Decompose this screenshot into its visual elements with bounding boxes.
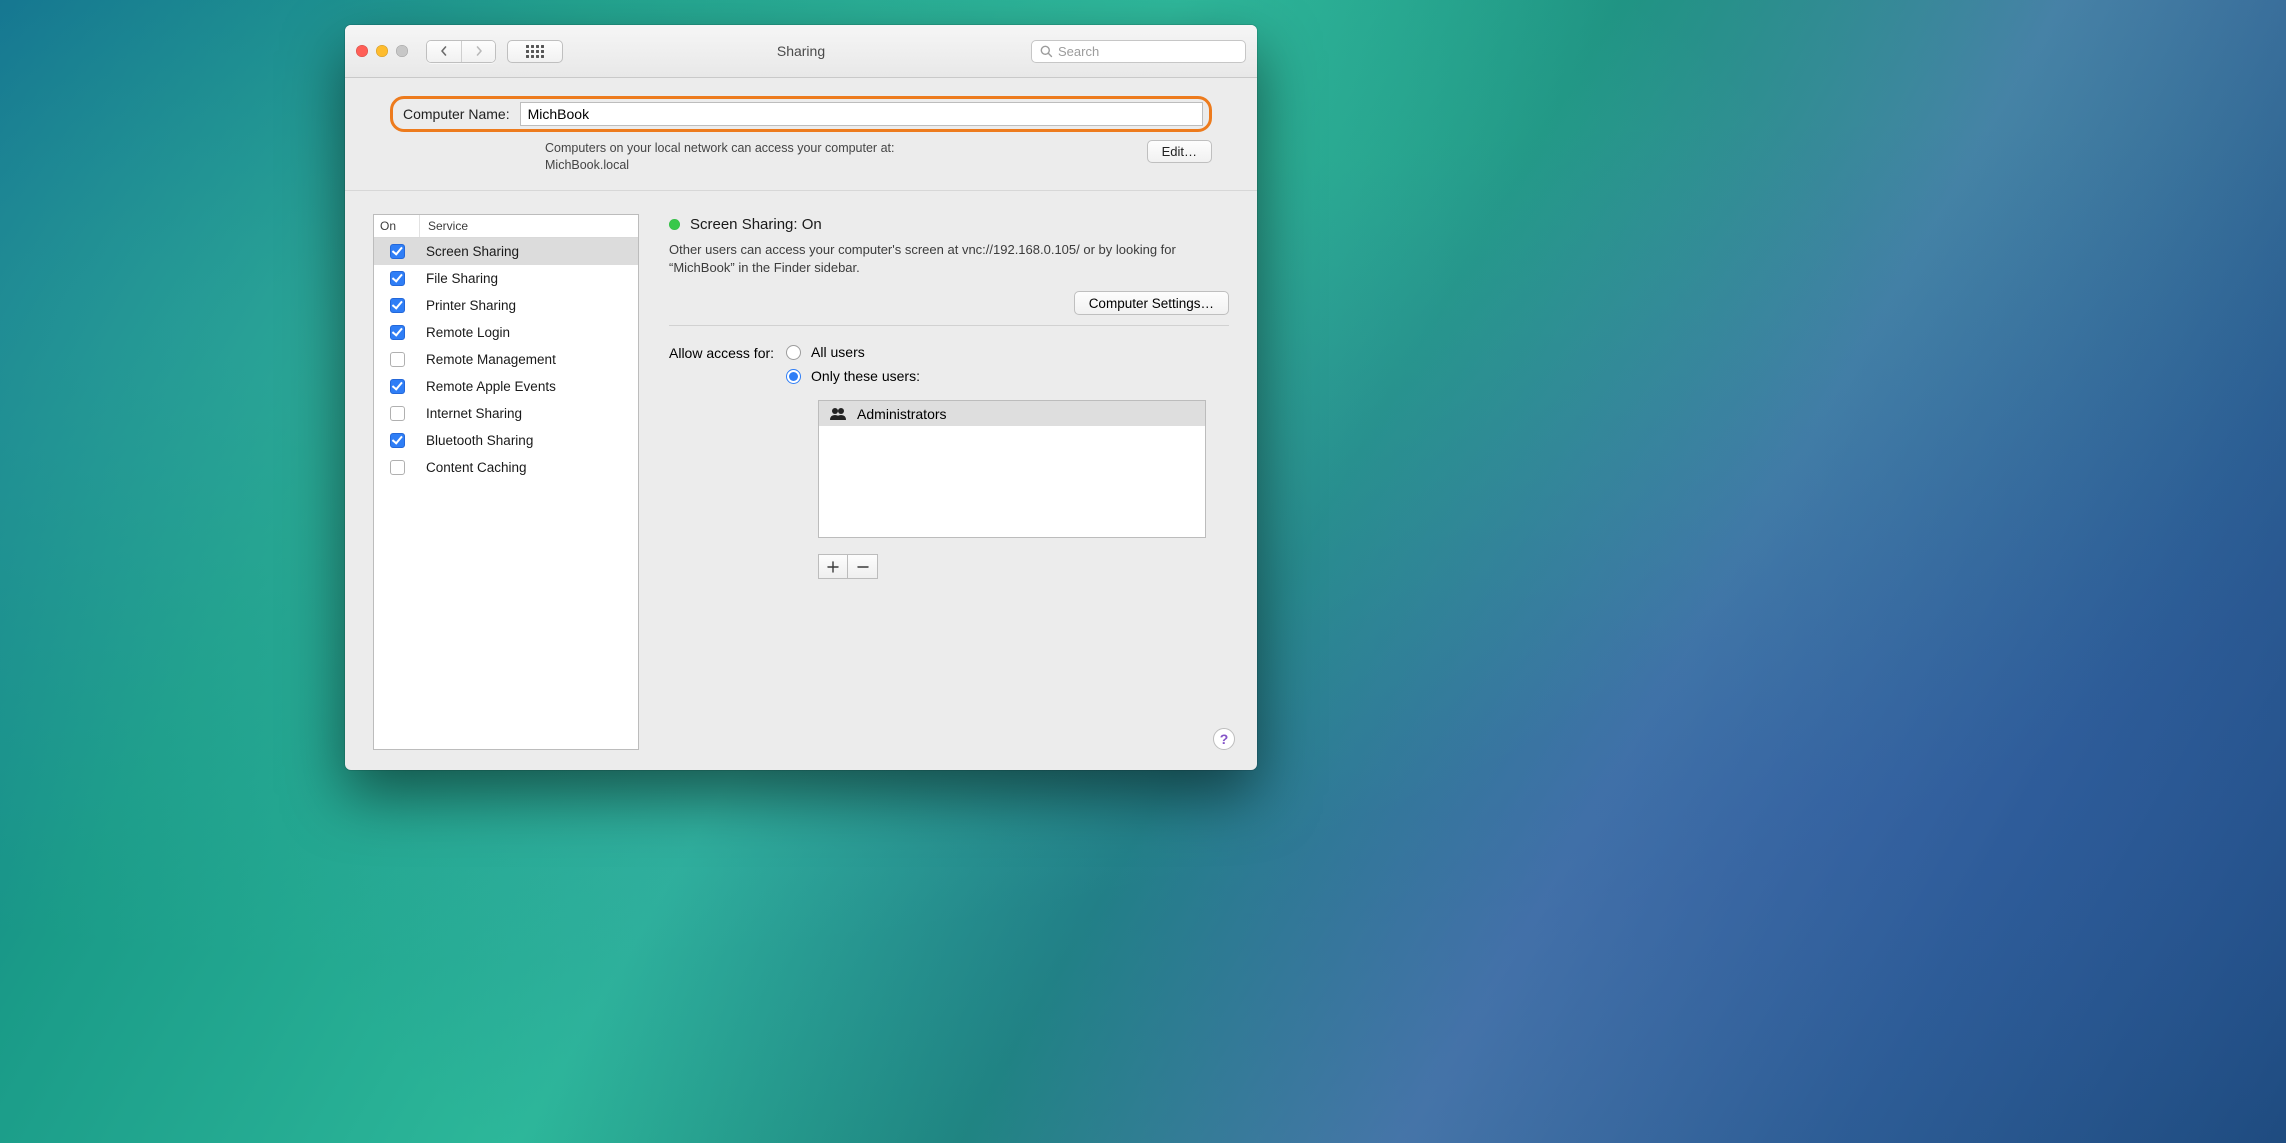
service-checkbox[interactable] (390, 433, 405, 448)
service-label: Printer Sharing (420, 298, 638, 313)
nav-back-forward (426, 40, 496, 63)
radio-all-users-label: All users (811, 344, 865, 360)
window-titlebar: Sharing Search (345, 25, 1257, 78)
close-button[interactable] (356, 45, 368, 57)
service-checkbox[interactable] (390, 298, 405, 313)
add-remove-buttons (818, 554, 1206, 579)
column-header-on[interactable]: On (374, 215, 420, 237)
service-checkbox[interactable] (390, 460, 405, 475)
services-table: On Service Screen Sharing File Sharing Pri… (373, 214, 639, 750)
search-placeholder: Search (1058, 44, 1099, 59)
remove-user-button[interactable] (848, 554, 878, 579)
grid-icon (526, 45, 544, 58)
table-row[interactable]: Content Caching (374, 454, 638, 481)
plus-icon (827, 561, 839, 573)
table-row[interactable]: Screen Sharing (374, 238, 638, 265)
search-field[interactable]: Search (1031, 40, 1246, 63)
service-label: Remote Apple Events (420, 379, 638, 394)
table-row[interactable]: Internet Sharing (374, 400, 638, 427)
service-status-header: Screen Sharing: On (669, 216, 1229, 233)
group-icon (829, 407, 847, 420)
forward-button[interactable] (461, 41, 495, 62)
table-row[interactable]: Remote Login (374, 319, 638, 346)
service-detail-panel: Screen Sharing: On Other users can acces… (669, 214, 1229, 750)
computer-name-subtext: Computers on your local network can acce… (390, 140, 1212, 174)
zoom-button[interactable] (396, 45, 408, 57)
radio-circle-selected-icon (786, 369, 801, 384)
subtext-line-1: Computers on your local network can acce… (545, 140, 894, 157)
service-label: File Sharing (420, 271, 638, 286)
minimize-button[interactable] (376, 45, 388, 57)
computer-name-label: Computer Name: (403, 106, 510, 122)
service-checkbox[interactable] (390, 379, 405, 394)
service-checkbox[interactable] (390, 271, 405, 286)
service-checkbox[interactable] (390, 352, 405, 367)
allow-access-row: Allow access for: All users Only these u… (669, 344, 1229, 579)
radio-only-users-label: Only these users: (811, 368, 920, 384)
show-all-prefs-button[interactable] (507, 40, 563, 63)
service-label: Content Caching (420, 460, 638, 475)
status-dot-icon (669, 219, 680, 230)
services-table-body: Screen Sharing File Sharing Printer Sharin… (374, 238, 638, 749)
allowed-users-list[interactable]: Administrators (818, 400, 1206, 538)
computer-name-section: Computer Name: Computers on your local n… (345, 78, 1257, 191)
service-label: Internet Sharing (420, 406, 638, 421)
service-label: Screen Sharing (420, 244, 638, 259)
radio-only-these-users[interactable]: Only these users: (786, 368, 1206, 384)
subtext-line-2: MichBook.local (545, 157, 894, 174)
back-button[interactable] (427, 41, 461, 62)
traffic-lights (356, 45, 408, 57)
table-row[interactable]: File Sharing (374, 265, 638, 292)
table-row[interactable]: Remote Apple Events (374, 373, 638, 400)
list-item[interactable]: Administrators (819, 401, 1205, 426)
edit-hostname-button[interactable]: Edit… (1147, 140, 1212, 163)
detail-divider (669, 325, 1229, 326)
computer-name-input[interactable] (520, 102, 1203, 126)
table-row[interactable]: Printer Sharing (374, 292, 638, 319)
services-table-header: On Service (374, 215, 638, 238)
radio-all-users[interactable]: All users (786, 344, 1206, 360)
computer-settings-button[interactable]: Computer Settings… (1074, 291, 1229, 315)
minus-icon (857, 561, 869, 573)
user-name: Administrators (857, 406, 946, 422)
service-checkbox[interactable] (390, 244, 405, 259)
service-checkbox[interactable] (390, 325, 405, 340)
service-status-title: Screen Sharing: On (690, 216, 822, 233)
sharing-prefpane-window: Sharing Search Computer Name: Computers … (345, 25, 1257, 770)
help-button[interactable]: ? (1213, 728, 1235, 750)
service-checkbox[interactable] (390, 406, 405, 421)
service-label: Remote Management (420, 352, 638, 367)
service-label: Bluetooth Sharing (420, 433, 638, 448)
computer-name-highlight: Computer Name: (390, 96, 1212, 132)
search-icon (1040, 45, 1053, 58)
table-row[interactable]: Bluetooth Sharing (374, 427, 638, 454)
allow-access-label: Allow access for: (669, 344, 774, 361)
content-area: Computer Name: Computers on your local n… (345, 78, 1257, 770)
column-header-service[interactable]: Service (420, 215, 638, 237)
add-user-button[interactable] (818, 554, 848, 579)
service-status-description: Other users can access your computer's s… (669, 241, 1229, 277)
radio-circle-icon (786, 345, 801, 360)
service-label: Remote Login (420, 325, 638, 340)
table-row[interactable]: Remote Management (374, 346, 638, 373)
